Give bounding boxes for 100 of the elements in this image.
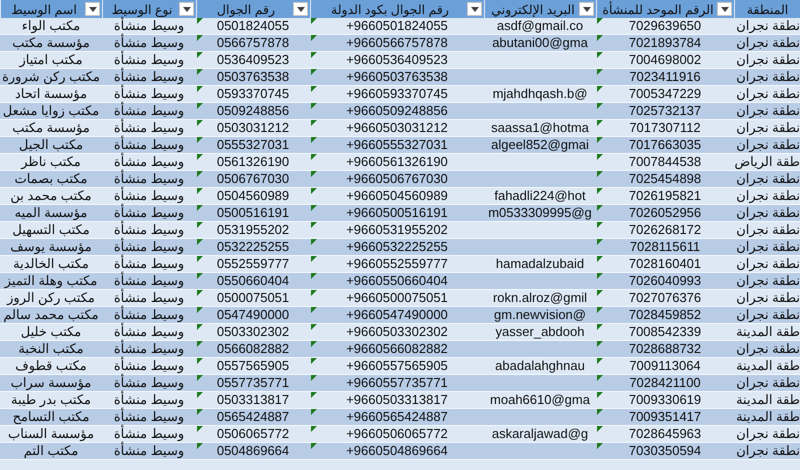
table-cell: +9660500075051 xyxy=(346,290,448,306)
table-cell: +9660501824055 xyxy=(346,18,448,34)
table-cell-text: وسيط منشأة xyxy=(114,205,184,220)
table-cell: 0566082882 xyxy=(216,341,290,357)
table-cell: نطقة نجران xyxy=(736,341,800,357)
table-cell-text: وسيط منشأة xyxy=(114,256,184,272)
table-cell: 0565424887 xyxy=(216,409,290,425)
table-cell: 0550660404 xyxy=(216,273,290,289)
table-cell: +9660552559777 xyxy=(346,256,448,272)
table-cell: 7004698002 xyxy=(628,52,702,68)
caret-down-icon xyxy=(582,6,590,12)
table-cell: hamadalzubaid xyxy=(496,256,584,272)
table-cell: +9660506767030 xyxy=(346,171,448,187)
table-cell: 0593370745 xyxy=(216,86,290,102)
filter-dropdown-button[interactable] xyxy=(717,2,732,16)
filter-dropdown-button[interactable] xyxy=(467,2,482,16)
table-cell: نطقة نجران xyxy=(736,188,800,204)
table-cell-text: وسيط منشأة xyxy=(114,35,184,50)
table-cell: 7028421100 xyxy=(629,375,701,391)
table-cell: مكتب امتياز xyxy=(19,52,83,68)
table-cell: 7009330619 xyxy=(628,392,702,408)
table-cell: مكتب الواء xyxy=(22,18,80,34)
table-cell: طقة المدينة xyxy=(736,358,800,374)
table-cell: نطقة نجران xyxy=(736,290,800,306)
table-cell-text: وسيط منشأة xyxy=(114,154,184,170)
table-cell: نطقة نجران xyxy=(736,35,800,51)
table-cell-text: وسيط منشأة xyxy=(114,103,184,118)
column-header-label: المنطقة xyxy=(746,2,790,16)
column-header-label: نوع الوسيط xyxy=(110,2,174,16)
table-cell: 0532225255 xyxy=(216,239,290,255)
table-cell: 0506767030 xyxy=(216,171,290,187)
table-cell: abadalahghnau xyxy=(495,358,585,374)
table-cell: yasser_abdooh xyxy=(496,324,584,340)
table-cell-text: وسيط منشأة xyxy=(114,358,184,374)
table-cell: نطقة نجران xyxy=(736,171,800,187)
filter-dropdown-button[interactable] xyxy=(293,2,308,16)
table-cell: مكتب زوايا مشعل xyxy=(2,103,100,119)
table-cell: نطقة نجران xyxy=(736,256,800,272)
caret-down-icon xyxy=(182,6,190,12)
table-cell: مؤسسة سراب xyxy=(10,375,92,391)
table-cell-text: وسيط منشأة xyxy=(114,392,184,408)
table-cell-text: وسيط منشأة xyxy=(114,290,184,306)
column-header-label: رقم الجوال xyxy=(216,2,276,16)
table-cell-text: وسيط منشأة xyxy=(114,137,184,152)
table-cell: مكتب التسامح xyxy=(12,409,90,425)
table-cell: 7007844538 xyxy=(628,154,702,170)
table-cell: abutani00@gma xyxy=(492,35,588,51)
table-cell: 0500075051 xyxy=(216,290,290,306)
table-cell: +9660503763538 xyxy=(346,69,448,85)
table-cell: +9660557565905 xyxy=(346,358,448,374)
table-cell: +9660506065772 xyxy=(346,426,448,442)
table-cell-text: وسيط منشأة xyxy=(114,273,184,288)
table-cell-text: وسيط منشأة xyxy=(114,18,184,34)
table-cell: 0531955202 xyxy=(216,222,290,238)
table-cell: 0557735771 xyxy=(216,375,290,391)
table-cell: 7026052956 xyxy=(628,205,702,221)
column-header-label: البريد الإلكتروني xyxy=(490,2,576,16)
table-cell: مؤسسة اتحاد xyxy=(14,86,88,102)
table-cell: asdf@gmail.co xyxy=(496,18,584,34)
table-cell: نطقة نجران xyxy=(736,52,800,68)
table-cell-text: وسيط منشأة xyxy=(114,86,184,102)
table-cell: saassa1@hotma xyxy=(491,120,589,136)
table-cell: 7005347229 xyxy=(628,86,702,102)
table-cell: askaraljawad@g xyxy=(492,426,588,442)
table-cell: +9660503302302 xyxy=(346,324,448,340)
table-cell: +9660531955202 xyxy=(346,222,448,238)
table-cell: نطقة نجران xyxy=(736,120,800,136)
table-cell: مؤسسة مكتب xyxy=(12,35,90,51)
table-cell: نطقة نجران xyxy=(736,273,800,289)
table-cell: مكتب وهلة التميز xyxy=(4,273,98,289)
caret-down-icon xyxy=(470,6,478,12)
table-cell: moah6610@gma xyxy=(490,392,590,408)
table-cell: 0506065772 xyxy=(216,426,290,442)
table-cell: +9660504560989 xyxy=(346,188,448,204)
table-cell: طقة المدينة xyxy=(736,392,800,408)
table-cell: مؤسسة السناب xyxy=(8,426,94,442)
table-cell: مكتب ركن الروز xyxy=(7,290,95,306)
table-cell: مؤسسة يوسف xyxy=(10,239,92,255)
table-cell: +9660561326190 xyxy=(346,154,448,170)
table-cell: مكتب التم xyxy=(24,443,78,459)
table-cell: مكتب بصمات xyxy=(14,171,88,187)
table-cell: نطقة نجران xyxy=(736,443,800,459)
table-cell: 7028160401 xyxy=(628,256,702,272)
filter-dropdown-button[interactable] xyxy=(85,2,100,16)
table-cell: نطقة نجران xyxy=(736,426,800,442)
table-cell-text: وسيط منشأة xyxy=(114,222,184,238)
table-cell-text: وسيط منشأة xyxy=(114,409,184,424)
table-cell: 7025454898 xyxy=(628,171,702,187)
table-cell: مكتب بدر طيبة xyxy=(11,392,91,408)
table-cell: 0509248856 xyxy=(216,103,290,119)
table-cell: مكتب ركن شرورة xyxy=(2,69,100,85)
table-cell: +9660557735771 xyxy=(346,375,448,391)
table-cell-text: وسيط منشأة xyxy=(114,341,184,356)
table-cell: مكتب التسهيل xyxy=(12,222,90,238)
table-cell: fahadli224@hot xyxy=(494,188,586,204)
filter-dropdown-button[interactable] xyxy=(179,2,194,16)
caret-down-icon xyxy=(88,6,96,12)
filter-dropdown-button[interactable] xyxy=(579,2,594,16)
table-cell: +9660503313817 xyxy=(346,392,448,408)
table-cell-text: وسيط منشأة xyxy=(114,171,184,186)
